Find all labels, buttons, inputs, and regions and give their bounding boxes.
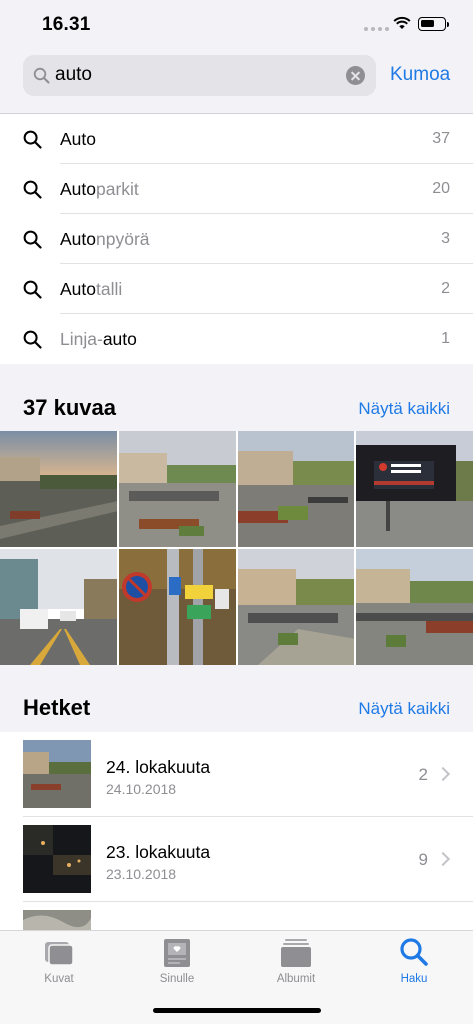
home-indicator — [153, 1008, 321, 1013]
moments-section-header: Hetket Näytä kaikki — [0, 665, 473, 731]
moments-section-title: Hetket — [23, 695, 91, 720]
tab-albums[interactable]: Albumit — [246, 935, 346, 985]
suggestion-count: 2 — [441, 280, 450, 297]
tab-search[interactable]: Haku — [364, 935, 464, 985]
tab-label: Haku — [400, 973, 428, 985]
tab-photos[interactable]: Kuvat — [9, 935, 109, 985]
moment-thumbnail — [23, 910, 91, 932]
status-bar: 16.31 — [0, 0, 473, 50]
moment-row[interactable] — [0, 902, 473, 932]
moment-title: 24. lokakuuta — [106, 757, 211, 777]
moment-thumbnail — [23, 825, 91, 893]
suggestion-label: Linja-auto — [60, 329, 137, 349]
photo-thumbnail[interactable] — [237, 549, 355, 665]
photo-thumbnail[interactable] — [356, 431, 473, 547]
suggestion-label: Autonpyörä — [60, 229, 150, 249]
photo-thumbnail[interactable] — [0, 431, 117, 547]
moment-date: 23.10.2018 — [106, 866, 177, 882]
photos-icon — [45, 942, 74, 966]
tab-label: Albumit — [276, 973, 316, 985]
search-icon — [23, 330, 42, 349]
search-input[interactable]: auto — [23, 55, 376, 96]
search-icon — [23, 280, 42, 299]
suggestion-label: Auto — [60, 129, 96, 149]
suggestion-count: 3 — [441, 230, 450, 247]
moment-date: 24.10.2018 — [106, 781, 177, 797]
tab-for-you[interactable]: Sinulle — [127, 935, 227, 985]
battery-icon — [418, 17, 449, 31]
suggestion-count: 20 — [432, 180, 450, 197]
wifi-icon — [393, 16, 411, 29]
search-icon — [23, 130, 42, 149]
chevron-right-icon — [435, 851, 451, 867]
suggestion-row[interactable]: Autonpyörä 3 — [0, 214, 473, 264]
moment-row[interactable]: 23. lokakuuta 23.10.2018 9 — [0, 817, 473, 902]
photo-thumbnail[interactable] — [118, 549, 236, 665]
search-query: auto — [55, 64, 92, 85]
photos-section-header: 37 kuvaa Näytä kaikki — [0, 365, 473, 431]
search-icon — [33, 67, 50, 84]
chevron-right-icon — [435, 766, 451, 782]
tab-label: Kuvat — [44, 973, 74, 985]
cellular-signal-icon — [364, 27, 389, 31]
photo-thumbnail[interactable] — [118, 431, 236, 547]
moment-title: 23. lokakuuta — [106, 842, 211, 862]
suggestion-label: Autotalli — [60, 279, 123, 299]
search-icon — [23, 180, 42, 199]
suggestion-row[interactable]: Auto 37 — [0, 114, 473, 164]
photo-thumbnail[interactable] — [356, 549, 473, 665]
status-time: 16.31 — [42, 14, 91, 35]
moments-list: 24. lokakuuta 24.10.2018 2 23. lokakuuta… — [0, 732, 473, 932]
suggestion-label: Autoparkit — [60, 179, 139, 199]
suggestion-list: Auto 37 Autoparkit 20 Autonpyörä 3 Autot… — [0, 114, 473, 364]
clear-search-icon[interactable] — [346, 66, 365, 85]
photos-show-all-button[interactable]: Näytä kaikki — [358, 399, 450, 419]
moment-count: 9 — [418, 850, 428, 869]
moment-count: 2 — [418, 765, 428, 784]
moment-thumbnail — [23, 740, 91, 808]
cancel-button[interactable]: Kumoa — [390, 64, 450, 86]
search-icon — [400, 938, 428, 966]
tab-label: Sinulle — [159, 973, 195, 985]
for-you-icon — [164, 939, 190, 967]
suggestion-row[interactable]: Linja-auto 1 — [0, 314, 473, 364]
photo-grid — [0, 431, 473, 665]
search-icon — [23, 230, 42, 249]
suggestion-count: 37 — [432, 130, 450, 147]
moment-row[interactable]: 24. lokakuuta 24.10.2018 2 — [0, 732, 473, 817]
search-header: auto Kumoa — [0, 50, 473, 114]
photos-section-title: 37 kuvaa — [23, 395, 116, 420]
moments-show-all-button[interactable]: Näytä kaikki — [358, 699, 450, 719]
suggestion-row[interactable]: Autoparkit 20 — [0, 164, 473, 214]
photo-thumbnail[interactable] — [237, 431, 355, 547]
albums-icon — [281, 939, 311, 967]
suggestion-count: 1 — [441, 330, 450, 347]
suggestion-row[interactable]: Autotalli 2 — [0, 264, 473, 314]
photo-thumbnail[interactable] — [0, 549, 117, 665]
